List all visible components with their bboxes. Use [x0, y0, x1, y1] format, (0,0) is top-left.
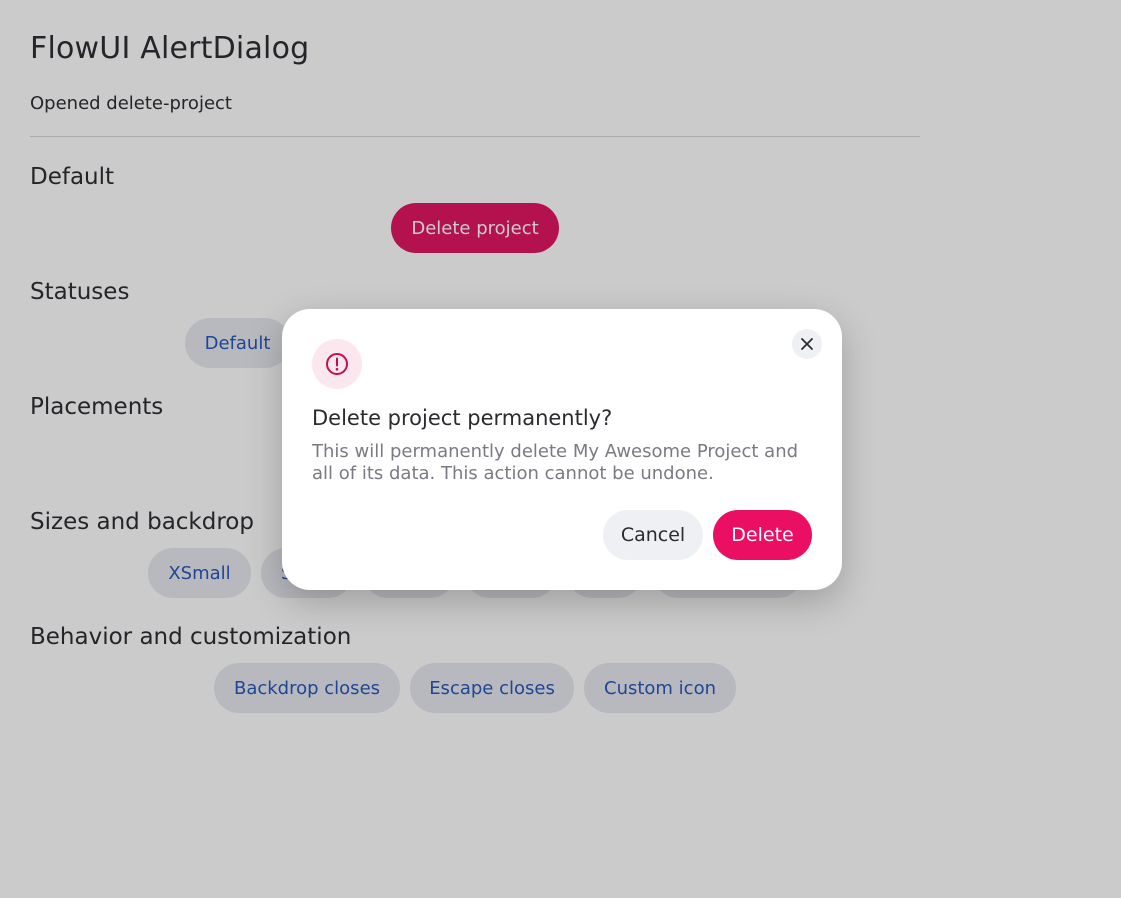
alert-circle-icon [312, 339, 362, 389]
dialog-body: This will permanently delete My Awesome … [312, 441, 799, 484]
dialog-title: Delete project permanently? [312, 406, 613, 430]
alert-dialog: Delete project permanently? This will pe… [282, 309, 842, 590]
cancel-button[interactable]: Cancel [603, 510, 703, 560]
delete-button[interactable]: Delete [713, 510, 812, 560]
close-icon[interactable] [792, 329, 822, 359]
